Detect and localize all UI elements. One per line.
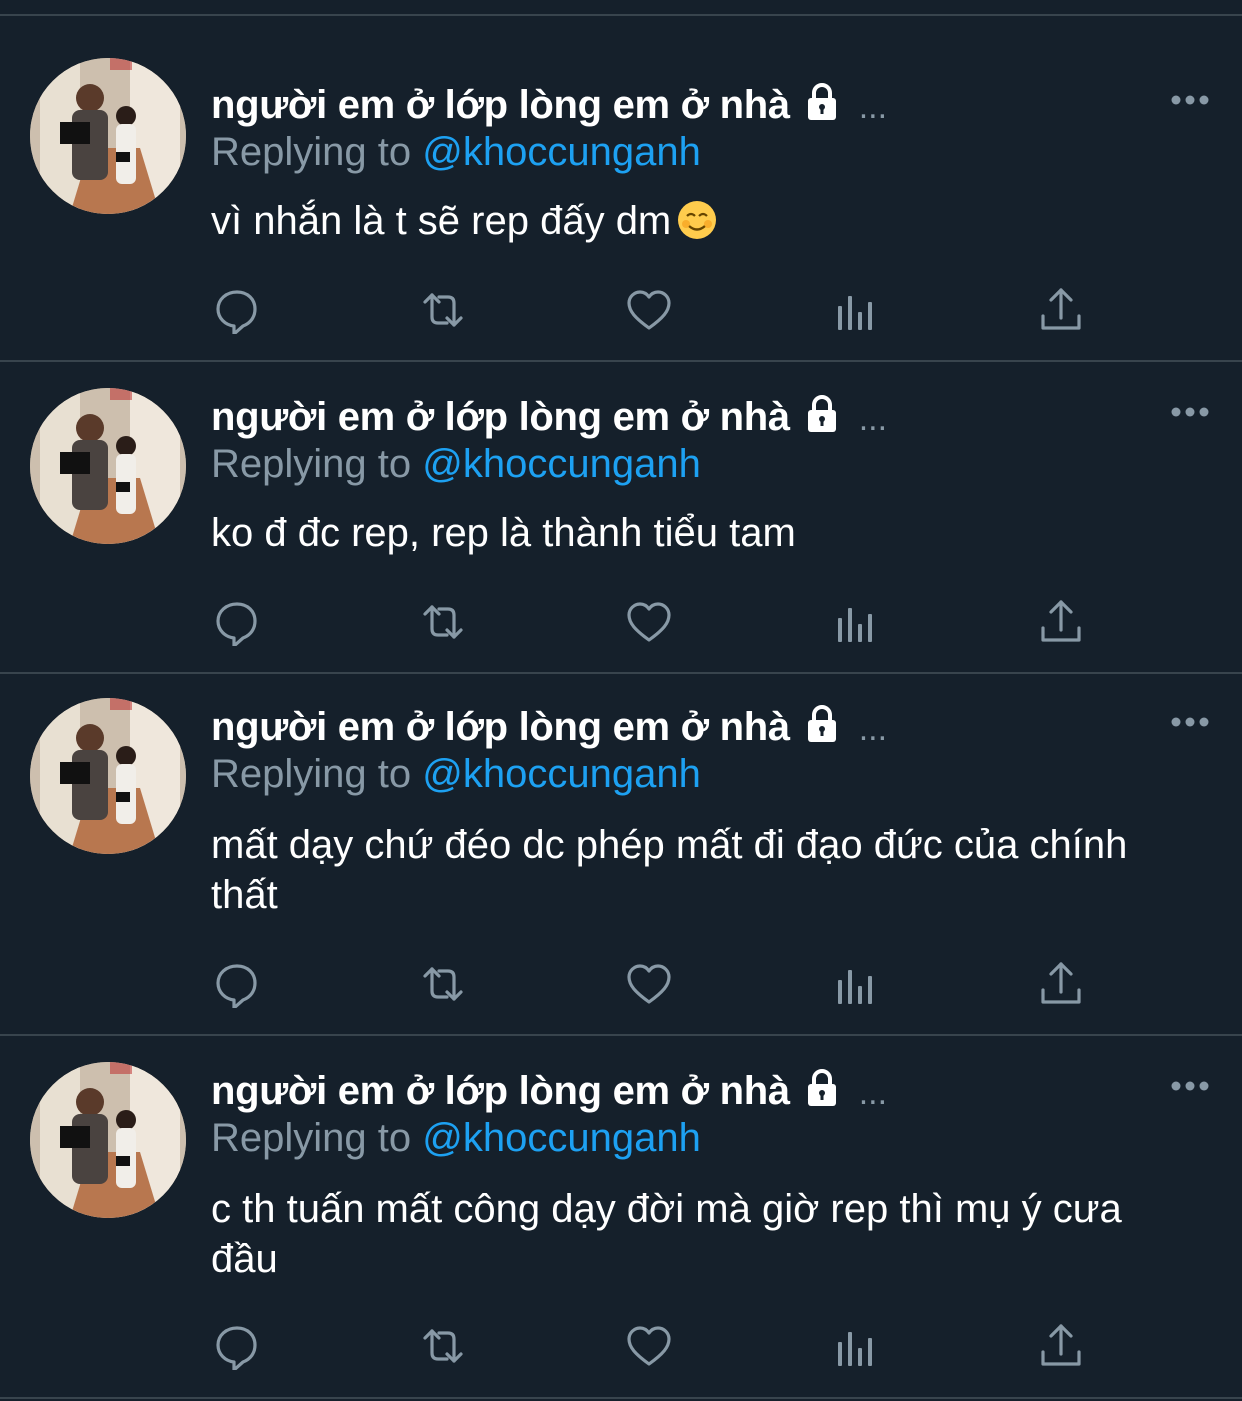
display-name[interactable]: người em ở lớp lòng em ở nhà bbox=[211, 395, 790, 439]
tweet-text: ko đ đc rep, rep là thành tiểu tam bbox=[211, 511, 796, 555]
display-name[interactable]: người em ở lớp lòng em ở nhà bbox=[211, 705, 790, 749]
lock-icon bbox=[802, 704, 842, 749]
tweet[interactable]: người em ở lớp lòng em ở nhà ... Replyin… bbox=[0, 1036, 1242, 1399]
tweet-header: người em ở lớp lòng em ở nhà ... bbox=[211, 82, 1182, 132]
replying-to: Replying to @khoccunganh bbox=[211, 1116, 701, 1161]
more-icon[interactable] bbox=[1170, 714, 1210, 730]
retweet-icon[interactable] bbox=[419, 1322, 467, 1370]
reply-handle-link[interactable]: @khoccunganh bbox=[422, 752, 701, 796]
reply-prefix: Replying to bbox=[211, 1116, 412, 1160]
reply-icon[interactable] bbox=[213, 286, 261, 334]
lock-icon bbox=[802, 394, 842, 439]
tweet-header: người em ở lớp lòng em ở nhà ... bbox=[211, 704, 1182, 754]
tweet-text-content: vì nhắn là t sẽ rep đấy dm bbox=[211, 199, 672, 243]
smiling-face-icon bbox=[677, 200, 717, 240]
reply-icon[interactable] bbox=[213, 1322, 261, 1370]
lock-icon bbox=[802, 82, 842, 127]
replying-to: Replying to @khoccunganh bbox=[211, 752, 701, 797]
tweet-text: c th tuấn mất công dạy đời mà giờ rep th… bbox=[211, 1187, 1122, 1281]
replying-to: Replying to @khoccunganh bbox=[211, 442, 701, 487]
avatar[interactable] bbox=[30, 698, 186, 854]
like-icon[interactable] bbox=[625, 598, 673, 646]
tweet-header: người em ở lớp lòng em ở nhà ... bbox=[211, 1068, 1182, 1118]
share-icon[interactable] bbox=[1037, 960, 1085, 1008]
action-bar bbox=[0, 960, 1242, 1010]
share-icon[interactable] bbox=[1037, 286, 1085, 334]
reply-prefix: Replying to bbox=[211, 130, 412, 174]
action-bar bbox=[0, 286, 1242, 336]
lock-icon bbox=[802, 1068, 842, 1113]
name-truncation: ... bbox=[858, 710, 888, 748]
avatar[interactable] bbox=[30, 1062, 186, 1218]
tweet-text: mất dạy chứ đéo dc phép mất đi đạo đức c… bbox=[211, 823, 1128, 917]
share-icon[interactable] bbox=[1037, 1322, 1085, 1370]
reply-handle-link[interactable]: @khoccunganh bbox=[422, 442, 701, 486]
tweet[interactable]: người em ở lớp lòng em ở nhà ... Replyin… bbox=[0, 362, 1242, 674]
reply-handle-link[interactable]: @khoccunganh bbox=[422, 1116, 701, 1160]
retweet-icon[interactable] bbox=[419, 960, 467, 1008]
analytics-icon[interactable] bbox=[832, 960, 880, 1008]
avatar[interactable] bbox=[30, 388, 186, 544]
action-bar bbox=[0, 598, 1242, 648]
replying-to: Replying to @khoccunganh bbox=[211, 130, 701, 175]
retweet-icon[interactable] bbox=[419, 598, 467, 646]
share-icon[interactable] bbox=[1037, 598, 1085, 646]
like-icon[interactable] bbox=[625, 960, 673, 1008]
retweet-icon[interactable] bbox=[419, 286, 467, 334]
like-icon[interactable] bbox=[625, 1322, 673, 1370]
tweet-text: vì nhắn là t sẽ rep đấy dm bbox=[211, 196, 1182, 246]
display-name[interactable]: người em ở lớp lòng em ở nhà bbox=[211, 83, 790, 127]
reply-prefix: Replying to bbox=[211, 752, 412, 796]
tweet[interactable]: người em ở lớp lòng em ở nhà ... Replyin… bbox=[0, 674, 1242, 1036]
action-bar bbox=[0, 1322, 1242, 1372]
reply-handle-link[interactable]: @khoccunganh bbox=[422, 130, 701, 174]
display-name[interactable]: người em ở lớp lòng em ở nhà bbox=[211, 1069, 790, 1113]
avatar[interactable] bbox=[30, 58, 186, 214]
top-divider bbox=[0, 0, 1242, 16]
name-truncation: ... bbox=[858, 400, 888, 438]
like-icon[interactable] bbox=[625, 286, 673, 334]
analytics-icon[interactable] bbox=[832, 286, 880, 334]
analytics-icon[interactable] bbox=[832, 598, 880, 646]
more-icon[interactable] bbox=[1170, 404, 1210, 420]
analytics-icon[interactable] bbox=[832, 1322, 880, 1370]
name-truncation: ... bbox=[858, 1074, 888, 1112]
reply-icon[interactable] bbox=[213, 960, 261, 1008]
more-icon[interactable] bbox=[1170, 1078, 1210, 1094]
tweet[interactable]: người em ở lớp lòng em ở nhà ... Replyin… bbox=[0, 16, 1242, 362]
reply-prefix: Replying to bbox=[211, 442, 412, 486]
reply-icon[interactable] bbox=[213, 598, 261, 646]
tweet-header: người em ở lớp lòng em ở nhà ... bbox=[211, 394, 1182, 444]
more-icon[interactable] bbox=[1170, 92, 1210, 108]
name-truncation: ... bbox=[858, 88, 888, 126]
